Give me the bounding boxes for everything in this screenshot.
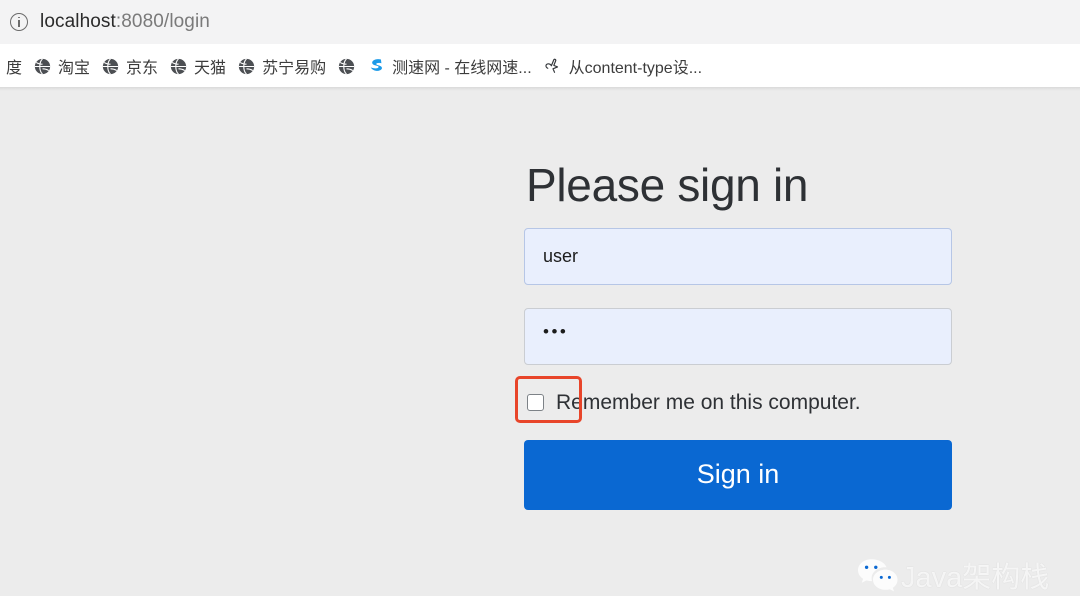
pointer-hand-icon — [545, 58, 558, 73]
remember-me-checkbox[interactable] — [527, 394, 544, 412]
speed-test-icon — [370, 59, 383, 71]
globe-icon — [102, 57, 119, 75]
bookmark-item[interactable]: 从content-type设... — [538, 51, 708, 81]
url-path: :8080/login — [115, 11, 210, 32]
bookmark-item[interactable]: 度 — [0, 51, 28, 81]
wechat-logo-icon — [858, 559, 898, 592]
page-title: Please sign in — [526, 159, 809, 211]
bookmark-label: 度 — [6, 60, 23, 77]
bookmark-label: 天猫 — [194, 60, 227, 77]
globe-icon — [238, 57, 255, 75]
bookmark-item[interactable]: 淘宝 — [28, 51, 96, 81]
bookmarks-bar: 度 淘宝 京东 天猫 苏宁易购 测速网 - 在线网速... 从content-type设..… — [0, 44, 1080, 88]
bookmark-label: 淘宝 — [58, 60, 91, 77]
login-form: Please sign in user ••• Remember me on t… — [515, 159, 952, 510]
bookmark-item[interactable] — [332, 51, 361, 81]
page-content: Please sign in user ••• Remember me on t… — [0, 88, 1080, 594]
bookmark-item[interactable]: 京东 — [96, 51, 164, 81]
username-input[interactable]: user — [524, 227, 952, 285]
globe-icon — [34, 57, 51, 75]
url-host: localhost — [40, 11, 116, 32]
globe-icon — [170, 57, 187, 75]
sign-in-button[interactable]: Sign in — [524, 439, 952, 510]
remember-me-row[interactable]: Remember me on this computer. — [515, 375, 952, 423]
bookmark-label: 测速网 - 在线网速... — [392, 60, 532, 77]
bookmark-label: 从content-type设... — [568, 60, 703, 77]
remember-me-label: Remember me on this computer. — [556, 390, 861, 414]
username-value: user — [543, 245, 579, 266]
bookmark-label: 京东 — [126, 60, 159, 77]
url-text: localhost:8080/login — [40, 11, 210, 33]
watermark-text: Java架构栈 — [901, 562, 1050, 594]
bookmark-item[interactable]: 天猫 — [164, 51, 232, 81]
address-bar[interactable]: localhost:8080/login — [0, 0, 1080, 44]
globe-icon — [338, 57, 355, 75]
password-value: ••• — [543, 322, 569, 342]
watermark: Java架构栈 — [857, 554, 1049, 596]
bookmark-label: 苏宁易购 — [262, 60, 327, 77]
bookmark-item[interactable]: 测速网 - 在线网速... — [361, 51, 538, 81]
password-input[interactable]: ••• — [524, 307, 952, 365]
info-circle-icon[interactable] — [10, 13, 28, 31]
bookmark-item[interactable]: 苏宁易购 — [232, 51, 332, 81]
sign-in-button-label: Sign in — [696, 459, 780, 490]
browser-chrome: localhost:8080/login 度 淘宝 京东 天猫 苏宁易购 测速网 - 在线… — [0, 0, 1080, 88]
